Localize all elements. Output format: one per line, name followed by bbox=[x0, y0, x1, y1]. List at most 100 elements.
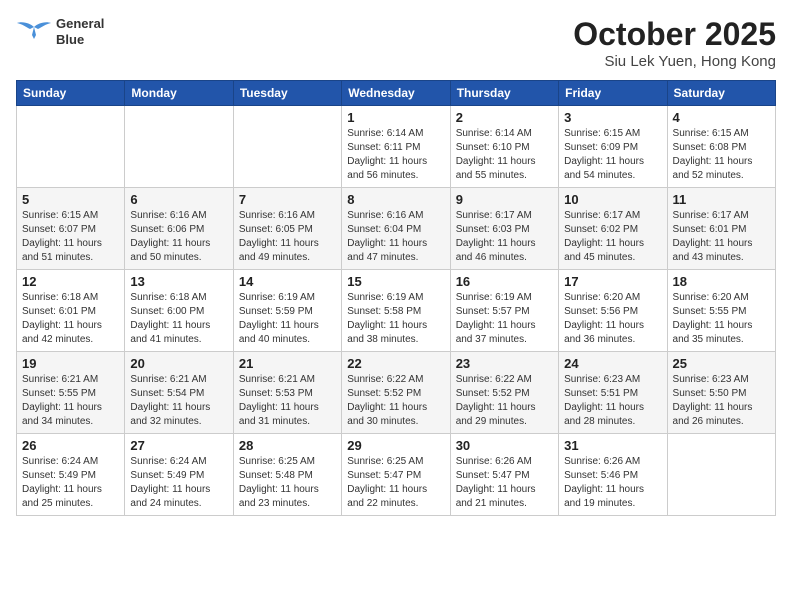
day-number: 27 bbox=[130, 438, 227, 453]
day-number: 15 bbox=[347, 274, 444, 289]
day-number: 12 bbox=[22, 274, 119, 289]
calendar-cell: 9Sunrise: 6:17 AM Sunset: 6:03 PM Daylig… bbox=[450, 188, 558, 270]
weekday-header-monday: Monday bbox=[125, 81, 233, 106]
day-info: Sunrise: 6:26 AM Sunset: 5:47 PM Dayligh… bbox=[456, 455, 553, 511]
calendar-cell bbox=[125, 106, 233, 188]
calendar-cell: 5Sunrise: 6:15 AM Sunset: 6:07 PM Daylig… bbox=[17, 188, 125, 270]
calendar-cell: 23 Sunrise: 6:22 AM Sunset: 5:52 PM Dayli… bbox=[450, 352, 558, 434]
calendar-header-row: SundayMondayTuesdayWednesdayThursdayFrid… bbox=[17, 81, 776, 106]
day-number: 24 bbox=[564, 356, 661, 371]
weekday-header-wednesday: Wednesday bbox=[342, 81, 450, 106]
day-info: Sunrise: 6:19 AM Sunset: 5:57 PM Dayligh… bbox=[456, 291, 553, 347]
day-number: 14 bbox=[239, 274, 336, 289]
day-number: 20 bbox=[130, 356, 227, 371]
weekday-header-saturday: Saturday bbox=[667, 81, 775, 106]
day-info: Sunrise: 6:15 AM Sunset: 6:07 PM Dayligh… bbox=[22, 209, 119, 265]
day-info: Sunrise: 6:26 AM Sunset: 5:46 PM Dayligh… bbox=[564, 455, 661, 511]
day-number: 29 bbox=[347, 438, 444, 453]
day-number: 26 bbox=[22, 438, 119, 453]
calendar-cell: 13 Sunrise: 6:18 AM Sunset: 6:00 PM Dayli… bbox=[125, 270, 233, 352]
day-info: Sunrise: 6:23 AM Sunset: 5:51 PM Dayligh… bbox=[564, 373, 661, 429]
day-info: Sunrise: 6:16 AM Sunset: 6:04 PM Dayligh… bbox=[347, 209, 444, 265]
calendar-cell: 21Sunrise: 6:21 AM Sunset: 5:53 PM Dayli… bbox=[233, 352, 341, 434]
location-subtitle: Siu Lek Yuen, Hong Kong bbox=[573, 53, 776, 70]
month-year-title: October 2025 bbox=[573, 16, 776, 53]
calendar-cell: 2 Sunrise: 6:14 AM Sunset: 6:10 PM Daylig… bbox=[450, 106, 558, 188]
day-number: 17 bbox=[564, 274, 661, 289]
day-info: Sunrise: 6:17 AM Sunset: 6:02 PM Dayligh… bbox=[564, 209, 661, 265]
day-number: 30 bbox=[456, 438, 553, 453]
calendar-week-row: 26 Sunrise: 6:24 AM Sunset: 5:49 PM Dayli… bbox=[17, 434, 776, 516]
day-number: 19 bbox=[22, 356, 119, 371]
calendar-cell: 1 Sunrise: 6:14 AM Sunset: 6:11 PM Daylig… bbox=[342, 106, 450, 188]
calendar-cell: 4 Sunrise: 6:15 AM Sunset: 6:08 PM Daylig… bbox=[667, 106, 775, 188]
calendar-cell: 25 Sunrise: 6:23 AM Sunset: 5:50 PM Dayli… bbox=[667, 352, 775, 434]
day-info: Sunrise: 6:22 AM Sunset: 5:52 PM Dayligh… bbox=[347, 373, 444, 429]
day-info: Sunrise: 6:15 AM Sunset: 6:08 PM Dayligh… bbox=[673, 127, 770, 183]
day-info: Sunrise: 6:25 AM Sunset: 5:47 PM Dayligh… bbox=[347, 455, 444, 511]
day-info: Sunrise: 6:20 AM Sunset: 5:55 PM Dayligh… bbox=[673, 291, 770, 347]
calendar-cell: 7Sunrise: 6:16 AM Sunset: 6:05 PM Daylig… bbox=[233, 188, 341, 270]
day-info: Sunrise: 6:20 AM Sunset: 5:56 PM Dayligh… bbox=[564, 291, 661, 347]
day-info: Sunrise: 6:16 AM Sunset: 6:06 PM Dayligh… bbox=[130, 209, 227, 265]
calendar-cell: 15 Sunrise: 6:19 AM Sunset: 5:58 PM Dayli… bbox=[342, 270, 450, 352]
day-number: 9 bbox=[456, 192, 553, 207]
title-block: October 2025 Siu Lek Yuen, Hong Kong bbox=[573, 16, 776, 70]
calendar-cell: 6 Sunrise: 6:16 AM Sunset: 6:06 PM Daylig… bbox=[125, 188, 233, 270]
day-number: 28 bbox=[239, 438, 336, 453]
logo-icon bbox=[16, 17, 52, 47]
calendar-cell: 31 Sunrise: 6:26 AM Sunset: 5:46 PM Dayli… bbox=[559, 434, 667, 516]
page-header: General Blue October 2025 Siu Lek Yuen, … bbox=[16, 16, 776, 70]
day-number: 6 bbox=[130, 192, 227, 207]
calendar-cell: 16Sunrise: 6:19 AM Sunset: 5:57 PM Dayli… bbox=[450, 270, 558, 352]
day-info: Sunrise: 6:21 AM Sunset: 5:54 PM Dayligh… bbox=[130, 373, 227, 429]
day-number: 13 bbox=[130, 274, 227, 289]
calendar-cell: 10Sunrise: 6:17 AM Sunset: 6:02 PM Dayli… bbox=[559, 188, 667, 270]
day-info: Sunrise: 6:21 AM Sunset: 5:55 PM Dayligh… bbox=[22, 373, 119, 429]
day-info: Sunrise: 6:14 AM Sunset: 6:10 PM Dayligh… bbox=[456, 127, 553, 183]
calendar-cell: 3 Sunrise: 6:15 AM Sunset: 6:09 PM Daylig… bbox=[559, 106, 667, 188]
day-info: Sunrise: 6:19 AM Sunset: 5:59 PM Dayligh… bbox=[239, 291, 336, 347]
calendar-cell bbox=[17, 106, 125, 188]
day-number: 2 bbox=[456, 110, 553, 125]
day-info: Sunrise: 6:17 AM Sunset: 6:01 PM Dayligh… bbox=[673, 209, 770, 265]
day-number: 23 bbox=[456, 356, 553, 371]
day-number: 31 bbox=[564, 438, 661, 453]
day-number: 25 bbox=[673, 356, 770, 371]
day-info: Sunrise: 6:14 AM Sunset: 6:11 PM Dayligh… bbox=[347, 127, 444, 183]
day-info: Sunrise: 6:22 AM Sunset: 5:52 PM Dayligh… bbox=[456, 373, 553, 429]
day-number: 1 bbox=[347, 110, 444, 125]
day-number: 4 bbox=[673, 110, 770, 125]
weekday-header-tuesday: Tuesday bbox=[233, 81, 341, 106]
calendar-cell: 29 Sunrise: 6:25 AM Sunset: 5:47 PM Dayli… bbox=[342, 434, 450, 516]
calendar-cell: 26 Sunrise: 6:24 AM Sunset: 5:49 PM Dayli… bbox=[17, 434, 125, 516]
day-number: 7 bbox=[239, 192, 336, 207]
weekday-header-friday: Friday bbox=[559, 81, 667, 106]
day-info: Sunrise: 6:21 AM Sunset: 5:53 PM Dayligh… bbox=[239, 373, 336, 429]
calendar-cell: 17 Sunrise: 6:20 AM Sunset: 5:56 PM Dayli… bbox=[559, 270, 667, 352]
calendar-cell: 14 Sunrise: 6:19 AM Sunset: 5:59 PM Dayli… bbox=[233, 270, 341, 352]
calendar-cell: 11 Sunrise: 6:17 AM Sunset: 6:01 PM Dayli… bbox=[667, 188, 775, 270]
weekday-header-thursday: Thursday bbox=[450, 81, 558, 106]
calendar-week-row: 5Sunrise: 6:15 AM Sunset: 6:07 PM Daylig… bbox=[17, 188, 776, 270]
day-info: Sunrise: 6:23 AM Sunset: 5:50 PM Dayligh… bbox=[673, 373, 770, 429]
day-number: 11 bbox=[673, 192, 770, 207]
calendar-cell: 30 Sunrise: 6:26 AM Sunset: 5:47 PM Dayli… bbox=[450, 434, 558, 516]
day-number: 3 bbox=[564, 110, 661, 125]
calendar-week-row: 19 Sunrise: 6:21 AM Sunset: 5:55 PM Dayli… bbox=[17, 352, 776, 434]
day-number: 8 bbox=[347, 192, 444, 207]
day-info: Sunrise: 6:24 AM Sunset: 5:49 PM Dayligh… bbox=[130, 455, 227, 511]
calendar-cell bbox=[233, 106, 341, 188]
day-number: 18 bbox=[673, 274, 770, 289]
weekday-header-sunday: Sunday bbox=[17, 81, 125, 106]
day-info: Sunrise: 6:24 AM Sunset: 5:49 PM Dayligh… bbox=[22, 455, 119, 511]
calendar-cell: 28Sunrise: 6:25 AM Sunset: 5:48 PM Dayli… bbox=[233, 434, 341, 516]
day-info: Sunrise: 6:15 AM Sunset: 6:09 PM Dayligh… bbox=[564, 127, 661, 183]
calendar-cell: 8 Sunrise: 6:16 AM Sunset: 6:04 PM Daylig… bbox=[342, 188, 450, 270]
day-info: Sunrise: 6:18 AM Sunset: 6:00 PM Dayligh… bbox=[130, 291, 227, 347]
logo-text: General Blue bbox=[56, 16, 104, 47]
calendar-cell: 27 Sunrise: 6:24 AM Sunset: 5:49 PM Dayli… bbox=[125, 434, 233, 516]
calendar-cell: 19 Sunrise: 6:21 AM Sunset: 5:55 PM Dayli… bbox=[17, 352, 125, 434]
day-info: Sunrise: 6:19 AM Sunset: 5:58 PM Dayligh… bbox=[347, 291, 444, 347]
calendar-cell: 24 Sunrise: 6:23 AM Sunset: 5:51 PM Dayli… bbox=[559, 352, 667, 434]
